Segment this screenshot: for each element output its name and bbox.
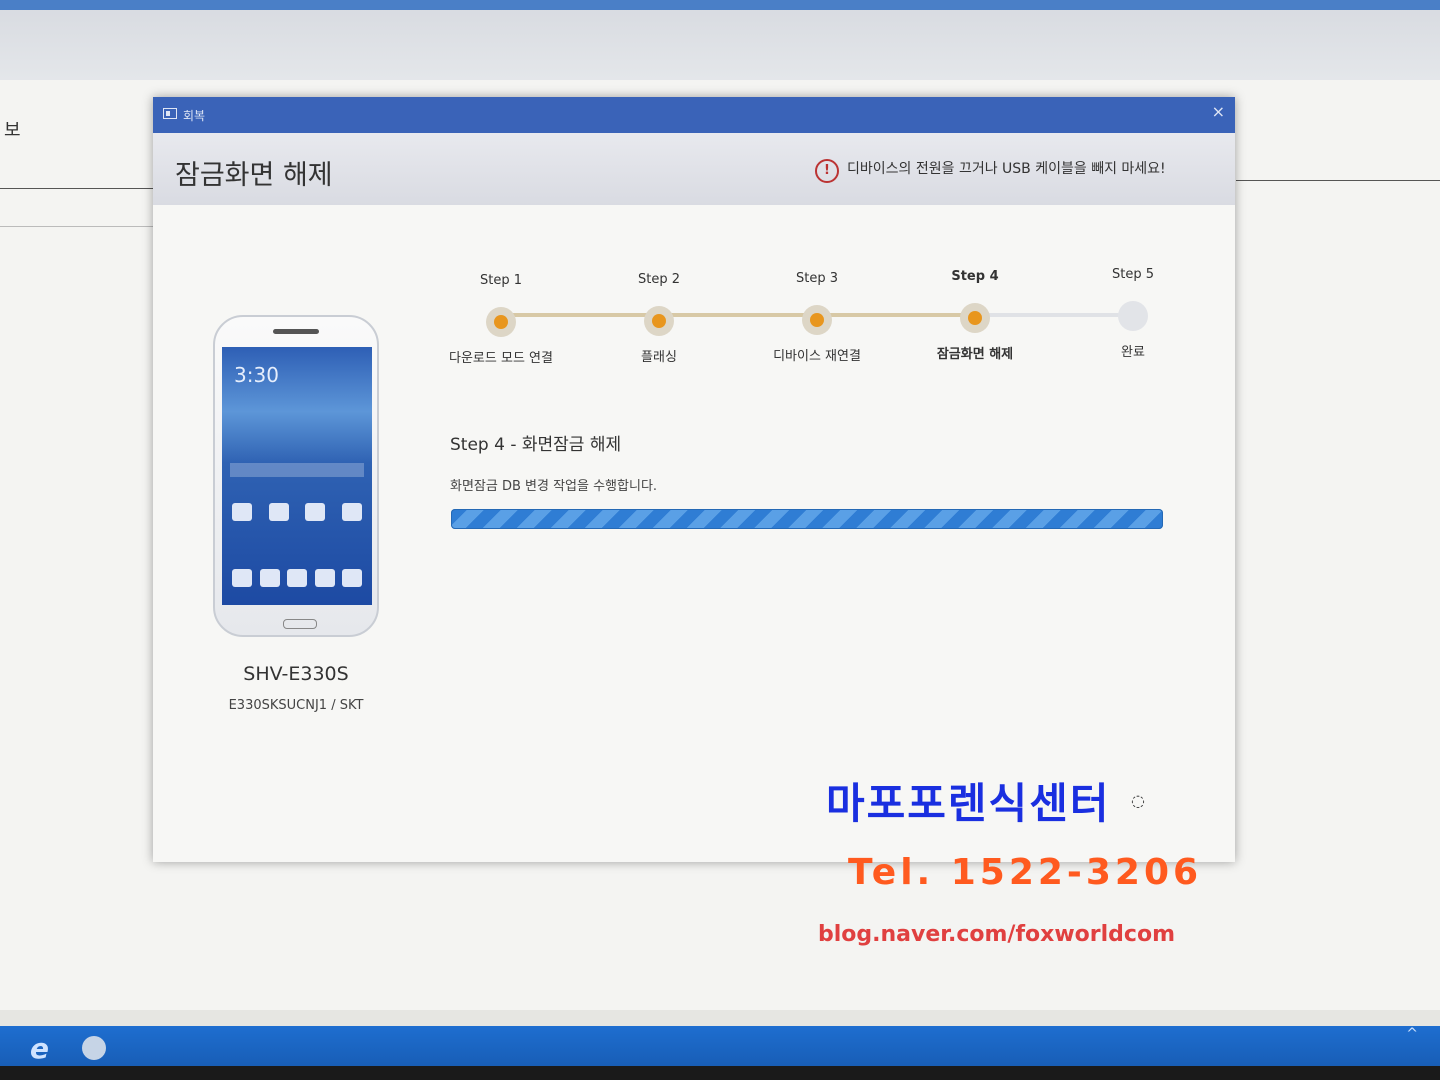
app-icon [232,569,252,587]
window-title: 회복 [183,109,206,123]
step-caption: 다운로드 모드 연결 [449,351,553,366]
app-icon [259,569,280,587]
divider [0,226,160,227]
step-caption: 플래싱 [641,350,677,365]
app-icon [314,569,335,587]
step-node-pending [1118,301,1148,331]
app-icon [268,503,289,521]
step-1: Step 1 다운로드 모드 연결 [421,273,581,366]
step-label: Step 2 [637,272,680,287]
close-button[interactable]: × [1212,102,1225,121]
step-2: Step 2 플래싱 [579,272,739,365]
warning-message: 디바이스의 전원을 끄거나 USB 케이블을 빼지 마세요! [847,161,1166,177]
internet-explorer-icon[interactable]: e [30,1032,49,1065]
browser-icon[interactable] [82,1036,106,1060]
device-model: SHV-E330S [243,663,349,685]
phone-dock-row [232,569,362,587]
step-node-complete [644,306,674,336]
step-node-active [960,303,990,333]
recovery-dialog: 회복 × 잠금화면 해제 ! 디바이스의 전원을 끄거나 USB 케이블을 빼지… [153,97,1235,862]
phone-speaker [273,329,319,334]
step-label: Step 4 [951,269,999,284]
watermark-name: 마포포렌식센터 [826,779,1111,828]
step-4: Step 4 잠금화면 해제 [895,269,1055,362]
step-node-complete [486,307,516,337]
window-icon [163,108,177,119]
app-icon [342,569,362,587]
divider [0,188,160,189]
app-icon [341,503,362,521]
loading-spinner-icon: ◌ [1131,791,1145,810]
app-icon [305,503,326,521]
warning-icon: ! [815,159,839,183]
dialog-titlebar: 회복 × [153,97,1235,133]
progress-fill [451,509,1163,529]
step-5: Step 5 완료 [1053,267,1213,360]
current-step-title: Step 4 - 화면잠금 해제 [450,435,622,455]
phone-app-row [232,503,362,521]
step-label: Step 3 [795,271,838,286]
step-caption: 완료 [1121,345,1145,360]
tray-expand-icon[interactable]: ^ [1406,1026,1418,1042]
progress-bar [451,509,1163,529]
app-icon [287,569,307,587]
divider [1236,180,1440,181]
current-step-description: 화면잠금 DB 변경 작업을 수행합니다. [450,479,658,494]
dialog-header: 잠금화면 해제 ! 디바이스의 전원을 끄거나 USB 케이블을 빼지 마세요! [153,133,1235,205]
top-window-edge [0,0,1440,10]
device-image: 3:30 [213,315,379,637]
phone-clock: 3:30 [234,363,279,387]
step-label: Step 1 [479,273,522,288]
watermark-blog: blog.naver.com/foxworldcom [818,922,1175,947]
step-3: Step 3 디바이스 재연결 [737,271,897,364]
phone-search-bar [230,463,364,477]
page-title: 잠금화면 해제 [175,160,333,191]
step-caption: 디바이스 재연결 [773,349,861,364]
step-caption: 잠금화면 해제 [936,347,1014,362]
background-label: 보 [4,120,21,141]
step-label: Step 5 [1111,267,1154,282]
monitor-bezel [0,1066,1440,1080]
step-node-complete [802,305,832,335]
watermark-tel: Tel. 1522-3206 [848,852,1203,893]
phone-screen: 3:30 [222,347,372,605]
phone-home-button [283,619,317,629]
app-icon [232,503,252,521]
device-firmware: E330SKSUCNJ1 / SKT [228,698,364,713]
